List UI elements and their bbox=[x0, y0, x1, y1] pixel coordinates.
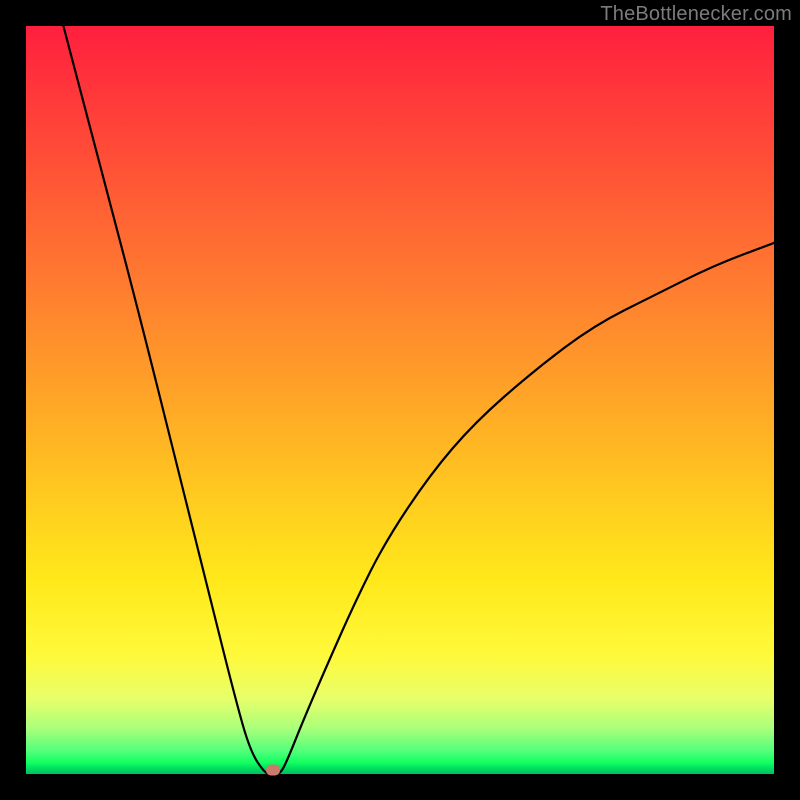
plot-area bbox=[26, 26, 774, 774]
chart-frame: TheBottlenecker.com bbox=[0, 0, 800, 800]
bottleneck-marker bbox=[266, 765, 280, 776]
bottleneck-curve bbox=[63, 26, 774, 774]
curve-svg bbox=[26, 26, 774, 774]
watermark-text: TheBottlenecker.com bbox=[600, 3, 792, 26]
